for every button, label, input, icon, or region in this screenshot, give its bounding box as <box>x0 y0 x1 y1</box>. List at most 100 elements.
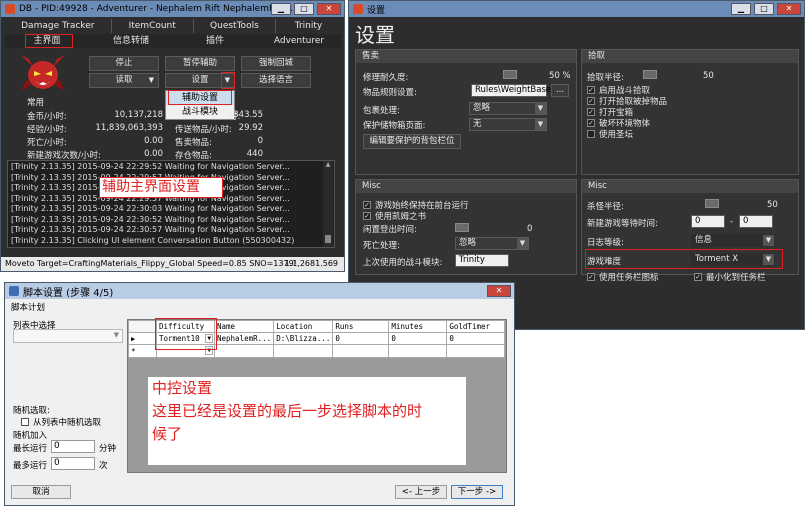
combat-module-field[interactable]: Trinity <box>455 254 509 267</box>
minimize-taskbar-check[interactable]: ✓ 最小化到任务栏 <box>694 271 766 283</box>
protect-select-value: 无 <box>473 119 482 129</box>
edit-protected-slots-button[interactable]: 编辑要保护的背包栏位 <box>363 134 461 149</box>
tab-questtools[interactable]: QuestTools <box>194 19 277 33</box>
taskbar-icon-check[interactable]: ✓ 使用任务栏图标 <box>587 271 659 283</box>
checkbox[interactable]: ✓ <box>694 273 702 281</box>
next-step-button[interactable]: 下一步 -> <box>451 485 503 499</box>
max-run-field[interactable]: 0 <box>51 440 95 453</box>
difficulty-highlight <box>585 249 783 269</box>
new-row-marker: * <box>128 344 157 358</box>
random-check-label: 从列表中随机选取 <box>33 418 102 428</box>
checkbox[interactable] <box>587 130 595 138</box>
script-title: 脚本设置 (步骤 4/5) <box>23 287 114 299</box>
checkbox[interactable] <box>21 418 29 426</box>
max-run-unit: 分钟 <box>99 444 117 454</box>
grid-cell[interactable]: D:\Blizza... <box>273 332 334 345</box>
close-button[interactable]: ✕ <box>317 3 341 15</box>
kill-radius-label: 杀怪半径: <box>587 202 624 212</box>
item-rules-field[interactable]: Rules\WeightBased <box>471 84 557 97</box>
main-tab-highlight <box>25 34 73 48</box>
annotation-control: 中控设置 这里已经是设置的最后一步选择脚本的时 候了 <box>148 377 466 465</box>
tab-trinity[interactable]: Trinity <box>276 19 341 33</box>
checkbox[interactable]: ✓ <box>363 201 371 209</box>
grid-cell[interactable]: 0 <box>332 332 390 345</box>
scroll-up-icon[interactable]: ▲ <box>323 161 333 168</box>
checkbox[interactable]: ✓ <box>587 273 595 281</box>
force-town-button[interactable]: 强制回城 <box>241 56 311 71</box>
stat-value-stashed: 440 <box>246 149 263 159</box>
log-output[interactable]: [Trinity 2.13.35] 2015-09-24 22:29:52 Wa… <box>7 160 335 248</box>
annotation-main-settings-text: 辅助主界面设置 <box>102 179 200 195</box>
grid-cell[interactable] <box>388 344 448 358</box>
kill-radius-slider[interactable] <box>705 199 719 208</box>
column-header[interactable]: Minutes <box>388 320 448 333</box>
prev-step-button[interactable]: <- 上一步 <box>395 485 447 499</box>
cancel-button[interactable]: 取消 <box>11 485 71 499</box>
use-cain-book-check[interactable]: ✓ 使用凯姆之书 <box>363 210 426 222</box>
grid-cell[interactable]: 0 <box>446 332 506 345</box>
difficulty-column-highlight <box>155 318 217 350</box>
repair-label: 修理耐久度: <box>363 73 409 83</box>
pickup-check-shrines[interactable]: 使用圣坛 <box>587 128 633 140</box>
settings-titlebar[interactable]: 设置 ▁ □ ✕ <box>349 1 804 17</box>
max-run-label: 最长运行 <box>13 444 48 454</box>
grid-cell[interactable] <box>332 344 390 358</box>
death-select[interactable]: 忽略 ▼ <box>455 237 529 250</box>
settings-arrow-highlight <box>221 72 235 89</box>
annotation-main-settings: 辅助主界面设置 <box>99 177 223 198</box>
stat-value-gold: 10,137,218 <box>114 110 163 120</box>
column-header[interactable]: GoldTimer <box>446 320 506 333</box>
stop-button[interactable]: 停止 <box>89 56 159 71</box>
language-button[interactable]: 选择语言 <box>241 73 311 88</box>
tab-itemcount[interactable]: ItemCount <box>112 19 194 33</box>
pause-button[interactable]: 暂停辅助 <box>165 56 235 71</box>
stat-value-deaths: 0.00 <box>144 136 163 146</box>
max-times-field[interactable]: 0 <box>51 457 95 470</box>
minimize-button[interactable]: ▁ <box>731 3 751 15</box>
repair-slider[interactable] <box>503 70 517 79</box>
tab-damage-tracker[interactable]: Damage Tracker <box>5 19 112 33</box>
script-titlebar[interactable]: 脚本设置 (步骤 4/5) ✕ <box>5 283 514 299</box>
read-button[interactable]: 读取 ▼ <box>89 73 159 88</box>
pack-select[interactable]: 忽略 ▼ <box>469 102 547 115</box>
log-scrollbar[interactable]: ▲ <box>323 161 333 247</box>
random-check[interactable]: 从列表中随机选取 <box>21 416 101 428</box>
newgame-wait-from[interactable]: 0 <box>691 215 725 228</box>
grid-cell[interactable]: NephalemR... <box>213 332 275 345</box>
protect-select[interactable]: 无 ▼ <box>469 118 547 131</box>
close-button[interactable]: ✕ <box>487 285 511 297</box>
db-titlebar[interactable]: DB - PID:49928 - Adventurer - Nephalem R… <box>1 1 344 17</box>
log-level-select[interactable]: 信息 ▼ <box>691 234 775 247</box>
checkbox[interactable]: ✓ <box>363 212 371 220</box>
pack-label: 包裹处理: <box>363 106 400 116</box>
column-header[interactable]: Location <box>273 320 334 333</box>
minimize-button[interactable]: ▁ <box>271 3 291 15</box>
column-header[interactable]: Runs <box>332 320 390 333</box>
chevron-down-icon: ▼ <box>535 103 546 114</box>
pickup-radius-slider[interactable] <box>643 70 657 79</box>
menu-item-combat-module[interactable]: 战斗模块 <box>166 105 234 119</box>
column-header[interactable]: Name <box>213 320 275 333</box>
tab-plugins[interactable]: 插件 <box>173 34 257 48</box>
grid-cell[interactable]: 0 <box>388 332 448 345</box>
item-rules-browse-button[interactable]: ... <box>551 84 569 97</box>
scroll-thumb[interactable] <box>325 235 331 243</box>
maximize-button[interactable]: □ <box>754 3 774 15</box>
grid-cell[interactable] <box>213 344 275 358</box>
checkbox[interactable]: ✓ <box>587 97 595 105</box>
tab-info-dump[interactable]: 信息转储 <box>89 34 173 48</box>
checkbox[interactable]: ✓ <box>587 119 595 127</box>
stat-label-sold: 售卖物品: <box>175 138 212 148</box>
newgame-wait-to[interactable]: 0 <box>739 215 773 228</box>
checkbox[interactable]: ✓ <box>587 108 595 116</box>
random-label: 随机选取: <box>13 406 50 416</box>
idle-logout-slider[interactable] <box>455 223 469 232</box>
maximize-button[interactable]: □ <box>294 3 314 15</box>
tab-adventurer[interactable]: Adventurer <box>257 34 341 48</box>
grid-cell[interactable] <box>273 344 334 358</box>
grid-cell[interactable] <box>446 344 506 358</box>
checkbox[interactable]: ✓ <box>587 86 595 94</box>
stat-label-deaths: 死亡/小时: <box>27 138 67 148</box>
close-button[interactable]: ✕ <box>777 3 801 15</box>
list-select[interactable]: ▼ <box>13 329 123 343</box>
